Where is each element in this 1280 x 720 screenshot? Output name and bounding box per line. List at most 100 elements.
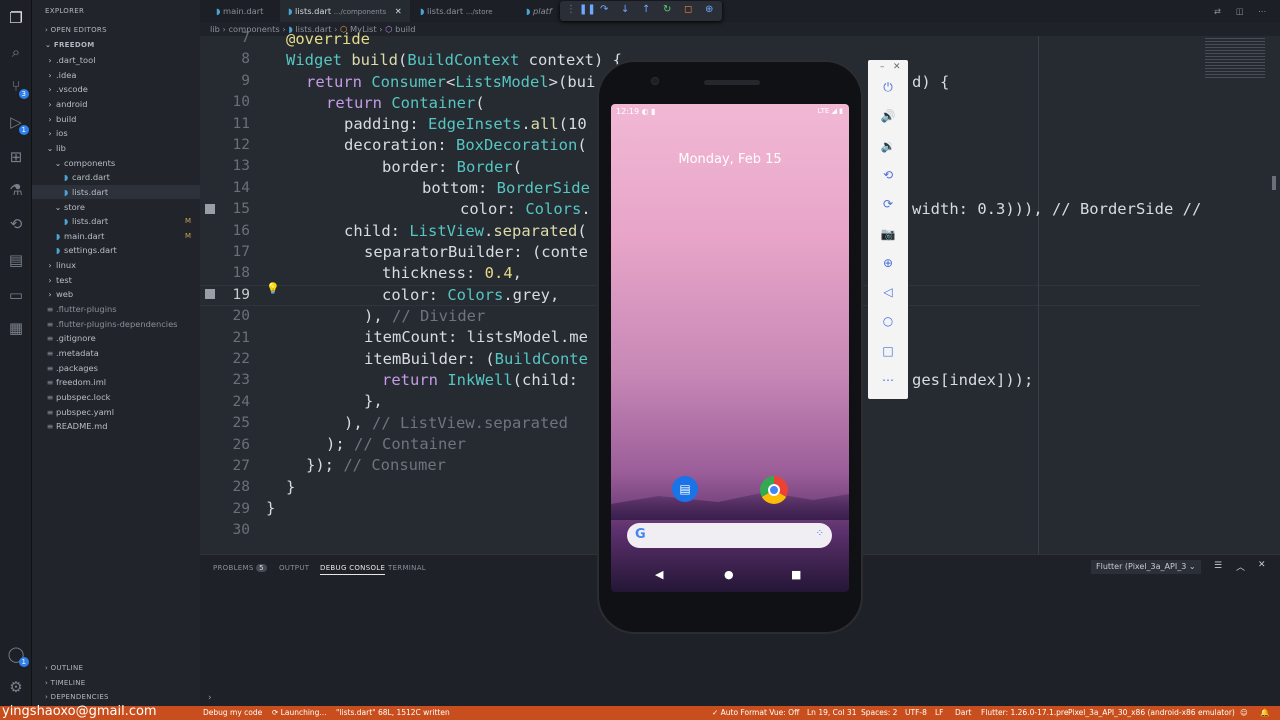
- dependencies-header[interactable]: › DEPENDENCIES: [45, 693, 109, 701]
- file-item[interactable]: ≡ .gitignore: [44, 331, 96, 345]
- rotate-left-icon[interactable]: ⟲: [868, 168, 908, 182]
- pause-icon[interactable]: ❚❚: [579, 4, 596, 15]
- maximize-panel-icon[interactable]: ︿: [1236, 560, 1245, 573]
- debug-target-select[interactable]: Flutter (Pixel_3a_API_3 ⌄: [1091, 560, 1201, 574]
- console-prompt-icon[interactable]: ›: [208, 693, 212, 703]
- line-ending[interactable]: LF: [935, 706, 944, 720]
- close-icon[interactable]: ✕: [395, 6, 402, 16]
- stop-icon[interactable]: ◻: [684, 4, 692, 15]
- scrollbar-marker[interactable]: [1272, 176, 1276, 190]
- tab-debug-console[interactable]: DEBUG CONSOLE: [320, 564, 386, 575]
- nav-back-icon[interactable]: ◀: [655, 568, 663, 581]
- lightbulb-icon[interactable]: 💡: [266, 282, 280, 295]
- notes-icon[interactable]: ▤: [6, 250, 26, 270]
- tab-lists-dart-components[interactable]: ◗ lists.dart .../components ✕: [280, 0, 410, 22]
- zoom-icon[interactable]: ⊕: [868, 256, 908, 270]
- breadcrumb-method[interactable]: build: [395, 24, 415, 34]
- assistant-icon[interactable]: ⁘: [816, 528, 824, 539]
- camera-icon[interactable]: 📷: [868, 227, 908, 241]
- live-share-icon[interactable]: ⟲: [6, 214, 26, 234]
- rotate-right-icon[interactable]: ⟳: [868, 197, 908, 211]
- folder-item[interactable]: ⌄ lib: [44, 141, 66, 155]
- home-icon[interactable]: ○: [868, 314, 908, 328]
- minimize-emulator-icon[interactable]: –: [880, 62, 885, 72]
- tab-platform[interactable]: ◗ platf: [518, 0, 558, 22]
- folder-item[interactable]: › .vscode: [44, 82, 88, 96]
- messages-app-icon[interactable]: ▤: [672, 476, 698, 502]
- file-item[interactable]: ≡ .metadata: [44, 346, 99, 360]
- cursor-position[interactable]: Ln 19, Col 31: [807, 706, 856, 720]
- tab-lists-dart-store[interactable]: ◗ lists.dart .../store: [412, 0, 512, 22]
- google-search-bar[interactable]: G ⁘: [627, 523, 832, 548]
- encoding[interactable]: UTF-8: [905, 706, 927, 720]
- file-item[interactable]: ◗ card.dart: [60, 170, 110, 184]
- account-icon[interactable]: ◯ 1: [6, 644, 29, 667]
- phone-screen[interactable]: 12:19 ◐ ▮ LTE ◢ ▮ Monday, Feb 15 ▤ G ⁘ ◀…: [611, 104, 849, 592]
- tab-problems[interactable]: PROBLEMS 5: [213, 564, 267, 572]
- run-debug-icon[interactable]: ▷ 1: [6, 112, 29, 135]
- lockscreen-date[interactable]: Monday, Feb 15: [611, 152, 849, 167]
- minimap[interactable]: [1205, 38, 1265, 78]
- folder-item[interactable]: › test: [44, 273, 72, 287]
- file-item[interactable]: ≡ freedom.iml: [44, 375, 106, 389]
- nav-home-icon[interactable]: ●: [724, 568, 734, 581]
- overview-icon[interactable]: □: [868, 344, 908, 358]
- tab-main-dart[interactable]: ◗ main.dart: [208, 0, 283, 22]
- chrome-app-icon[interactable]: [760, 476, 788, 504]
- tab-terminal[interactable]: TERMINAL: [388, 564, 426, 572]
- remote-icon[interactable]: ▭: [6, 285, 26, 305]
- file-item[interactable]: ≡ .packages: [44, 361, 98, 375]
- timeline-header[interactable]: › TIMELINE: [45, 679, 85, 687]
- file-item[interactable]: ≡ pubspec.yaml: [44, 405, 114, 419]
- folder-item[interactable]: › build: [44, 112, 76, 126]
- step-into-icon[interactable]: ↓: [621, 4, 629, 15]
- close-emulator-icon[interactable]: ✕: [893, 62, 901, 72]
- source-control-icon[interactable]: ⑂ 3: [6, 76, 29, 99]
- search-icon[interactable]: ⌕: [6, 42, 26, 62]
- file-item[interactable]: ◗ settings.dart: [52, 243, 117, 257]
- volume-down-icon[interactable]: 🔉: [868, 139, 908, 153]
- explorer-icon[interactable]: ❐: [6, 8, 26, 28]
- folder-item[interactable]: › ios: [44, 126, 67, 140]
- file-item[interactable]: ≡ README.md: [44, 419, 108, 433]
- device-selector[interactable]: Pixel_3a_API_30_x86 (android-x86 emulato…: [1068, 706, 1235, 720]
- more-actions-icon[interactable]: ⋯: [1258, 0, 1272, 22]
- restart-icon[interactable]: ↻: [663, 4, 671, 15]
- folder-item[interactable]: › .idea: [44, 68, 76, 82]
- clear-console-icon[interactable]: ☰: [1214, 561, 1222, 571]
- back-icon[interactable]: ◁: [868, 285, 908, 299]
- format-status[interactable]: ✓ Auto Format Vue: Off: [712, 706, 799, 720]
- file-item[interactable]: ≡ .flutter-plugins: [44, 302, 117, 316]
- settings-gear-icon[interactable]: ⚙: [6, 677, 26, 697]
- debug-config[interactable]: Debug my code: [203, 706, 262, 720]
- open-editors-header[interactable]: › OPEN EDITORS: [45, 26, 107, 34]
- file-item[interactable]: ◗ lists.dart: [60, 214, 108, 228]
- volume-up-icon[interactable]: 🔊: [868, 109, 908, 123]
- extensions-icon[interactable]: ⊞: [6, 147, 26, 167]
- inspect-widget-icon[interactable]: ⊕: [705, 4, 713, 15]
- flutter-version[interactable]: Flutter: 1.26.0-17.1.pre: [981, 706, 1068, 720]
- outline-header[interactable]: › OUTLINE: [45, 664, 83, 672]
- folder-item[interactable]: › .dart_tool: [44, 53, 95, 67]
- indentation[interactable]: Spaces: 2: [861, 706, 897, 720]
- step-over-icon[interactable]: ↷: [600, 4, 608, 15]
- power-icon[interactable]: ⏻: [868, 80, 908, 95]
- folder-item[interactable]: ⌄ store: [52, 200, 85, 214]
- folder-item[interactable]: › web: [44, 287, 73, 301]
- testing-icon[interactable]: ⚗: [6, 180, 26, 200]
- project-header[interactable]: ⌄ FREEDOM: [45, 41, 94, 49]
- nav-recents-icon[interactable]: ■: [791, 568, 801, 581]
- more-icon[interactable]: ⋯: [868, 373, 908, 387]
- feedback-icon[interactable]: ☺: [1240, 706, 1248, 720]
- folder-item[interactable]: ⌄ components: [52, 156, 116, 170]
- file-item[interactable]: ◗ lists.dart: [60, 185, 108, 199]
- drag-handle-icon[interactable]: ⋮: [566, 4, 576, 15]
- close-panel-icon[interactable]: ✕: [1258, 560, 1266, 570]
- widget-icon[interactable]: ▦: [6, 318, 26, 338]
- split-editor-icon[interactable]: ◫: [1236, 0, 1250, 22]
- notifications-icon[interactable]: 🔔: [1260, 706, 1269, 720]
- file-item[interactable]: ≡ .flutter-plugins-dependencies: [44, 317, 178, 331]
- folder-item[interactable]: › linux: [44, 258, 76, 272]
- file-item[interactable]: ≡ pubspec.lock: [44, 390, 111, 404]
- tab-output[interactable]: OUTPUT: [279, 564, 309, 572]
